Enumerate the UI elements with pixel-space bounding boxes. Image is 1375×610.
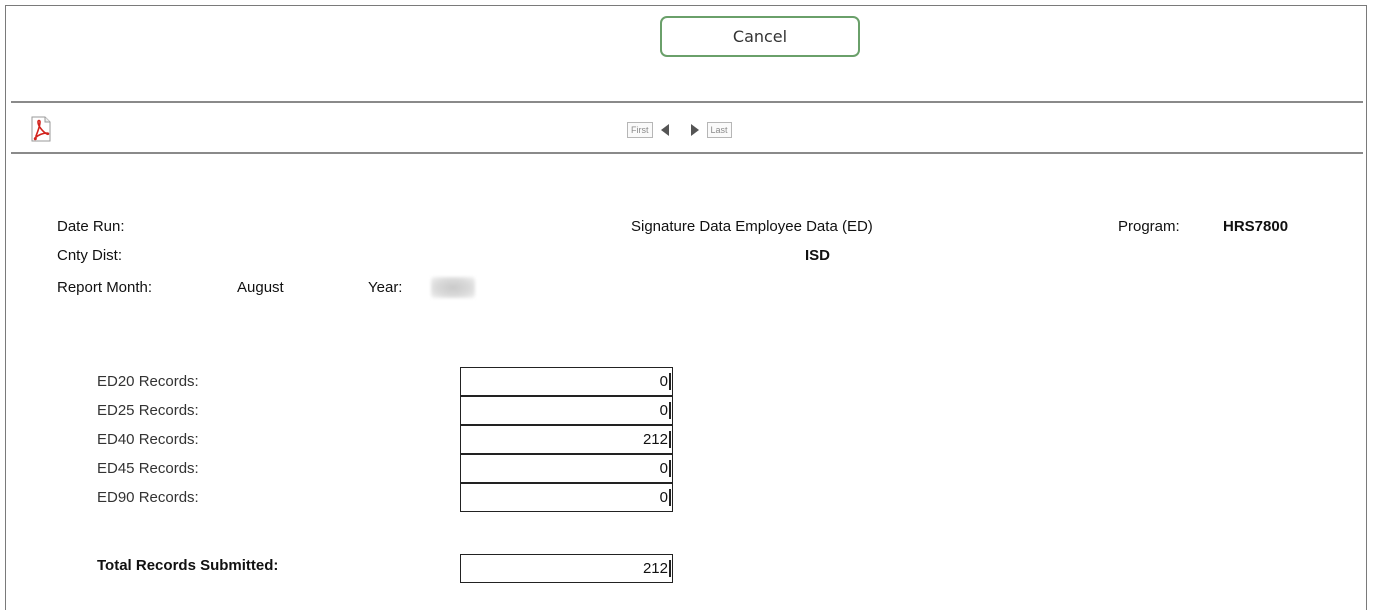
record-value: 0 <box>659 402 671 419</box>
first-page-button[interactable]: First <box>627 122 653 138</box>
toolbar-divider-top <box>11 101 1363 103</box>
redacted-year <box>431 277 475 298</box>
report-month-label: Report Month: <box>57 279 153 296</box>
record-value: 0 <box>659 373 671 390</box>
cancel-button[interactable]: Cancel <box>660 16 860 57</box>
total-records-label: Total Records Submitted: <box>97 557 279 574</box>
date-run-label: Date Run: <box>57 218 125 235</box>
report-month-value: August <box>237 279 284 296</box>
program-label: Program: <box>1118 218 1180 235</box>
record-value: 0 <box>659 489 671 506</box>
record-value: 212 <box>642 431 671 448</box>
record-label: ED45 Records: <box>97 460 199 477</box>
record-value: 0 <box>659 460 671 477</box>
total-records-box: 212 <box>460 554 673 583</box>
program-value: HRS7800 <box>1223 218 1289 235</box>
record-value-box: 0 <box>460 483 673 512</box>
district-name: ISD <box>805 247 831 264</box>
record-label: ED25 Records: <box>97 402 199 419</box>
report-title: Signature Data Employee Data (ED) <box>631 218 873 235</box>
record-value-box: 212 <box>460 425 673 454</box>
chevron-left-icon[interactable] <box>660 124 669 136</box>
record-value-box: 0 <box>460 367 673 396</box>
cnty-dist-label: Cnty Dist: <box>57 247 123 264</box>
record-value-box: 0 <box>460 396 673 425</box>
total-records-value: 212 <box>642 560 671 577</box>
record-label: ED40 Records: <box>97 431 199 448</box>
report-frame <box>5 5 1367 610</box>
record-label: ED90 Records: <box>97 489 199 506</box>
toolbar-divider-bottom <box>11 152 1363 154</box>
year-label: Year: <box>368 279 403 296</box>
chevron-right-icon[interactable] <box>690 124 699 136</box>
record-value-box: 0 <box>460 454 673 483</box>
record-label: ED20 Records: <box>97 373 199 390</box>
pagination-controls: First Last <box>627 121 732 139</box>
pdf-icon[interactable] <box>30 116 52 142</box>
last-page-button[interactable]: Last <box>706 122 732 138</box>
